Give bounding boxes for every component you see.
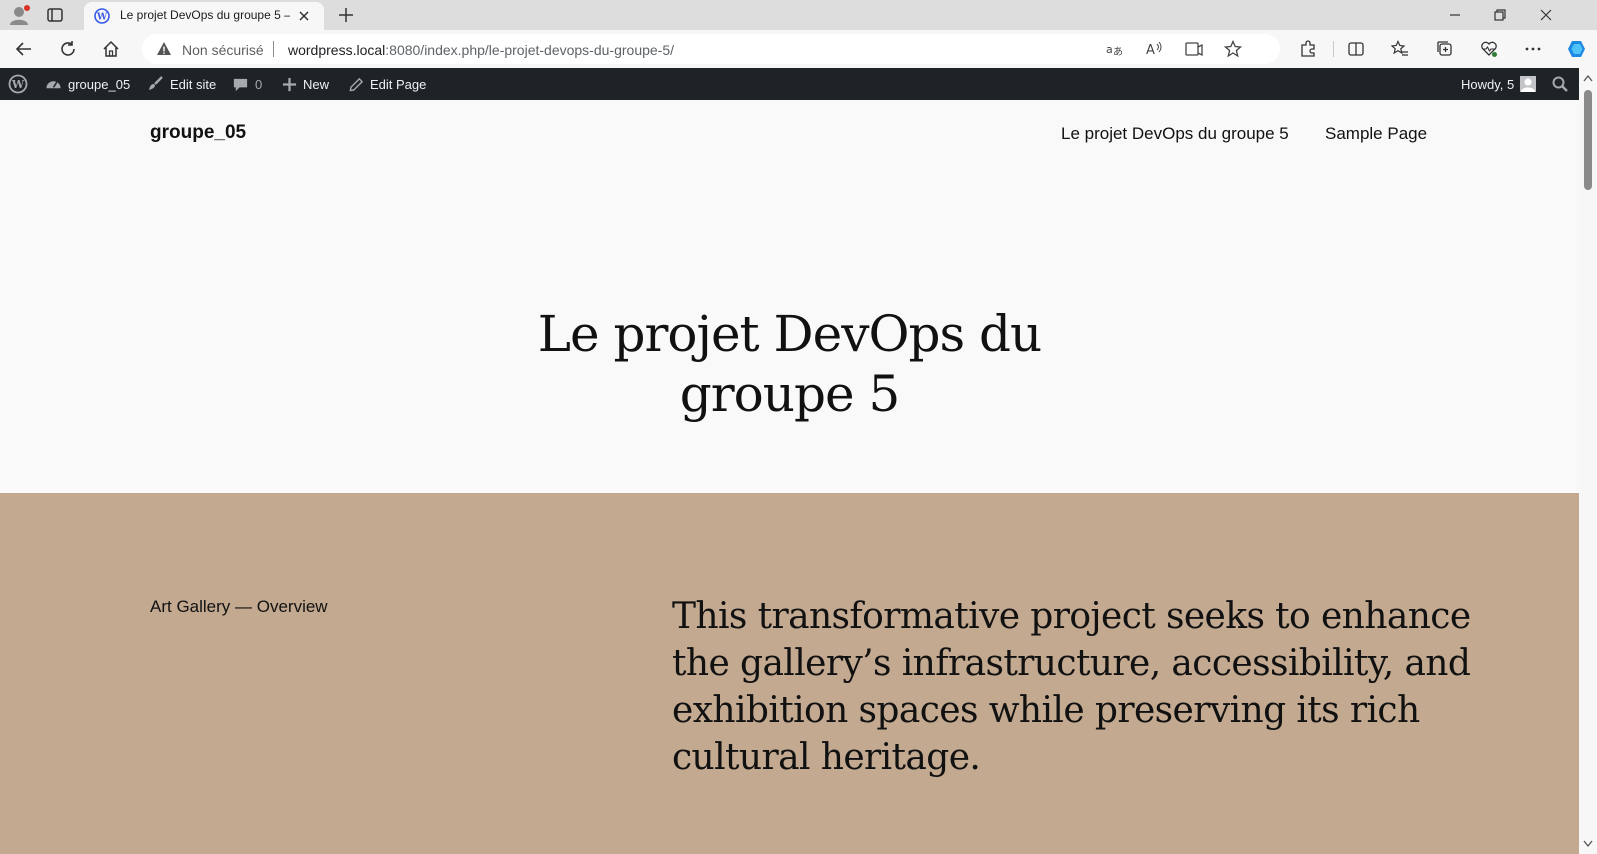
my-account-menu[interactable]: Howdy, 5 bbox=[1461, 68, 1537, 100]
wp-logo-menu[interactable]: W bbox=[8, 68, 34, 100]
puzzle-icon[interactable] bbox=[1299, 40, 1317, 58]
lead-paragraph: This transformative project seeks to enh… bbox=[672, 593, 1471, 781]
url-path: :8080/index.php/le-projet-devops-du-grou… bbox=[385, 42, 675, 58]
nav-item-sample-page[interactable]: Sample Page bbox=[1325, 124, 1427, 144]
brush-icon bbox=[149, 76, 163, 90]
overview-label: Art Gallery — Overview bbox=[150, 597, 328, 616]
page-title: Le projet DevOps du groupe 5 bbox=[0, 304, 1579, 424]
site-name-label: groupe_05 bbox=[68, 76, 131, 92]
security-label[interactable]: Non sécurisé bbox=[182, 42, 264, 58]
tab-title: Le projet DevOps du groupe 5 – bbox=[120, 8, 290, 22]
new-label: New bbox=[303, 76, 330, 92]
collections-icon[interactable] bbox=[1436, 40, 1454, 58]
translate-icon[interactable]: a あ bbox=[1105, 40, 1123, 58]
back-arrow-icon[interactable] bbox=[15, 40, 33, 58]
toolbar-divider bbox=[1333, 41, 1334, 57]
wp-admin-bar: W groupe_05 Edit site 0 New Edit Page Ho… bbox=[0, 68, 1579, 100]
svg-text:A: A bbox=[1146, 43, 1155, 58]
refresh-icon[interactable] bbox=[59, 40, 77, 58]
lead-line: exhibition spaces while preserving its r… bbox=[672, 690, 1420, 731]
scrollbar[interactable] bbox=[1579, 68, 1597, 854]
comments-count: 0 bbox=[255, 76, 263, 92]
search-button[interactable] bbox=[1552, 68, 1574, 100]
wordpress-logo-icon: W bbox=[8, 74, 28, 94]
site-name-menu[interactable]: groupe_05 bbox=[45, 68, 130, 100]
lead-line: This transformative project seeks to enh… bbox=[672, 596, 1471, 637]
svg-text:W: W bbox=[11, 78, 25, 91]
close-window-icon[interactable] bbox=[1538, 7, 1554, 23]
scrollbar-thumb[interactable] bbox=[1584, 90, 1592, 190]
lead-line: the gallery’s infrastructure, accessibil… bbox=[672, 643, 1471, 684]
lead-line: cultural heritage. bbox=[672, 737, 981, 778]
howdy-label: Howdy, 5 bbox=[1461, 76, 1515, 92]
search-icon bbox=[1552, 76, 1568, 92]
svg-text:a: a bbox=[1106, 43, 1113, 56]
wordpress-icon: W bbox=[94, 8, 110, 24]
page-title-line: Le projet DevOps du bbox=[537, 305, 1042, 363]
tab-actions-icon[interactable] bbox=[46, 6, 64, 24]
new-content-menu[interactable]: New bbox=[282, 68, 329, 100]
warning-icon[interactable] bbox=[156, 41, 172, 57]
more-icon[interactable] bbox=[1524, 40, 1542, 58]
comment-icon bbox=[233, 78, 248, 91]
profile-icon[interactable] bbox=[8, 4, 30, 26]
edit-page-link[interactable]: Edit Page bbox=[349, 68, 426, 100]
read-aloud-icon[interactable]: A bbox=[1145, 40, 1163, 58]
plus-icon bbox=[282, 77, 297, 91]
immersive-reader-icon[interactable] bbox=[1185, 40, 1203, 58]
scroll-down-icon[interactable] bbox=[1583, 840, 1593, 848]
svg-text:あ: あ bbox=[1113, 46, 1123, 58]
omnibox-divider bbox=[273, 41, 274, 57]
page-content: groupe_05 Le projet DevOps du groupe 5 S… bbox=[0, 100, 1579, 854]
avatar bbox=[1520, 76, 1537, 92]
star-icon[interactable] bbox=[1224, 40, 1242, 58]
dashboard-icon bbox=[46, 80, 61, 88]
pencil-icon bbox=[349, 77, 364, 91]
close-icon[interactable] bbox=[296, 8, 312, 24]
plus-icon[interactable] bbox=[337, 6, 355, 24]
favorites-icon[interactable] bbox=[1391, 40, 1409, 58]
minimize-icon[interactable] bbox=[1447, 7, 1463, 23]
scroll-up-icon[interactable] bbox=[1583, 74, 1593, 82]
edit-site-label: Edit site bbox=[170, 76, 217, 92]
comments-link[interactable]: 0 bbox=[232, 68, 262, 100]
split-screen-icon[interactable] bbox=[1347, 40, 1365, 58]
site-title[interactable]: groupe_05 bbox=[150, 122, 246, 144]
browser-tab[interactable]: W Le projet DevOps du groupe 5 – bbox=[84, 2, 324, 30]
nav-item-le-projet[interactable]: Le projet DevOps du groupe 5 bbox=[1061, 124, 1289, 144]
url-text[interactable]: wordpress.local:8080/index.php/le-projet… bbox=[288, 42, 674, 58]
browser-tab-strip: W Le projet DevOps du groupe 5 – bbox=[0, 0, 1597, 30]
edit-page-label: Edit Page bbox=[370, 76, 427, 92]
edit-site-link[interactable]: Edit site bbox=[146, 68, 216, 100]
copilot-icon[interactable] bbox=[1566, 38, 1588, 60]
overview-section: Art Gallery — Overview This transformati… bbox=[0, 493, 1579, 854]
home-icon[interactable] bbox=[102, 40, 120, 58]
address-bar[interactable]: Non sécurisé wordpress.local:8080/index.… bbox=[142, 34, 1280, 64]
page-title-line: groupe 5 bbox=[679, 365, 901, 423]
heart-pulse-icon[interactable] bbox=[1480, 40, 1498, 58]
browser-toolbar: Non sécurisé wordpress.local:8080/index.… bbox=[0, 30, 1597, 68]
restore-icon[interactable] bbox=[1492, 7, 1508, 23]
svg-text:W: W bbox=[96, 13, 108, 23]
url-host: wordpress.local bbox=[288, 42, 386, 58]
